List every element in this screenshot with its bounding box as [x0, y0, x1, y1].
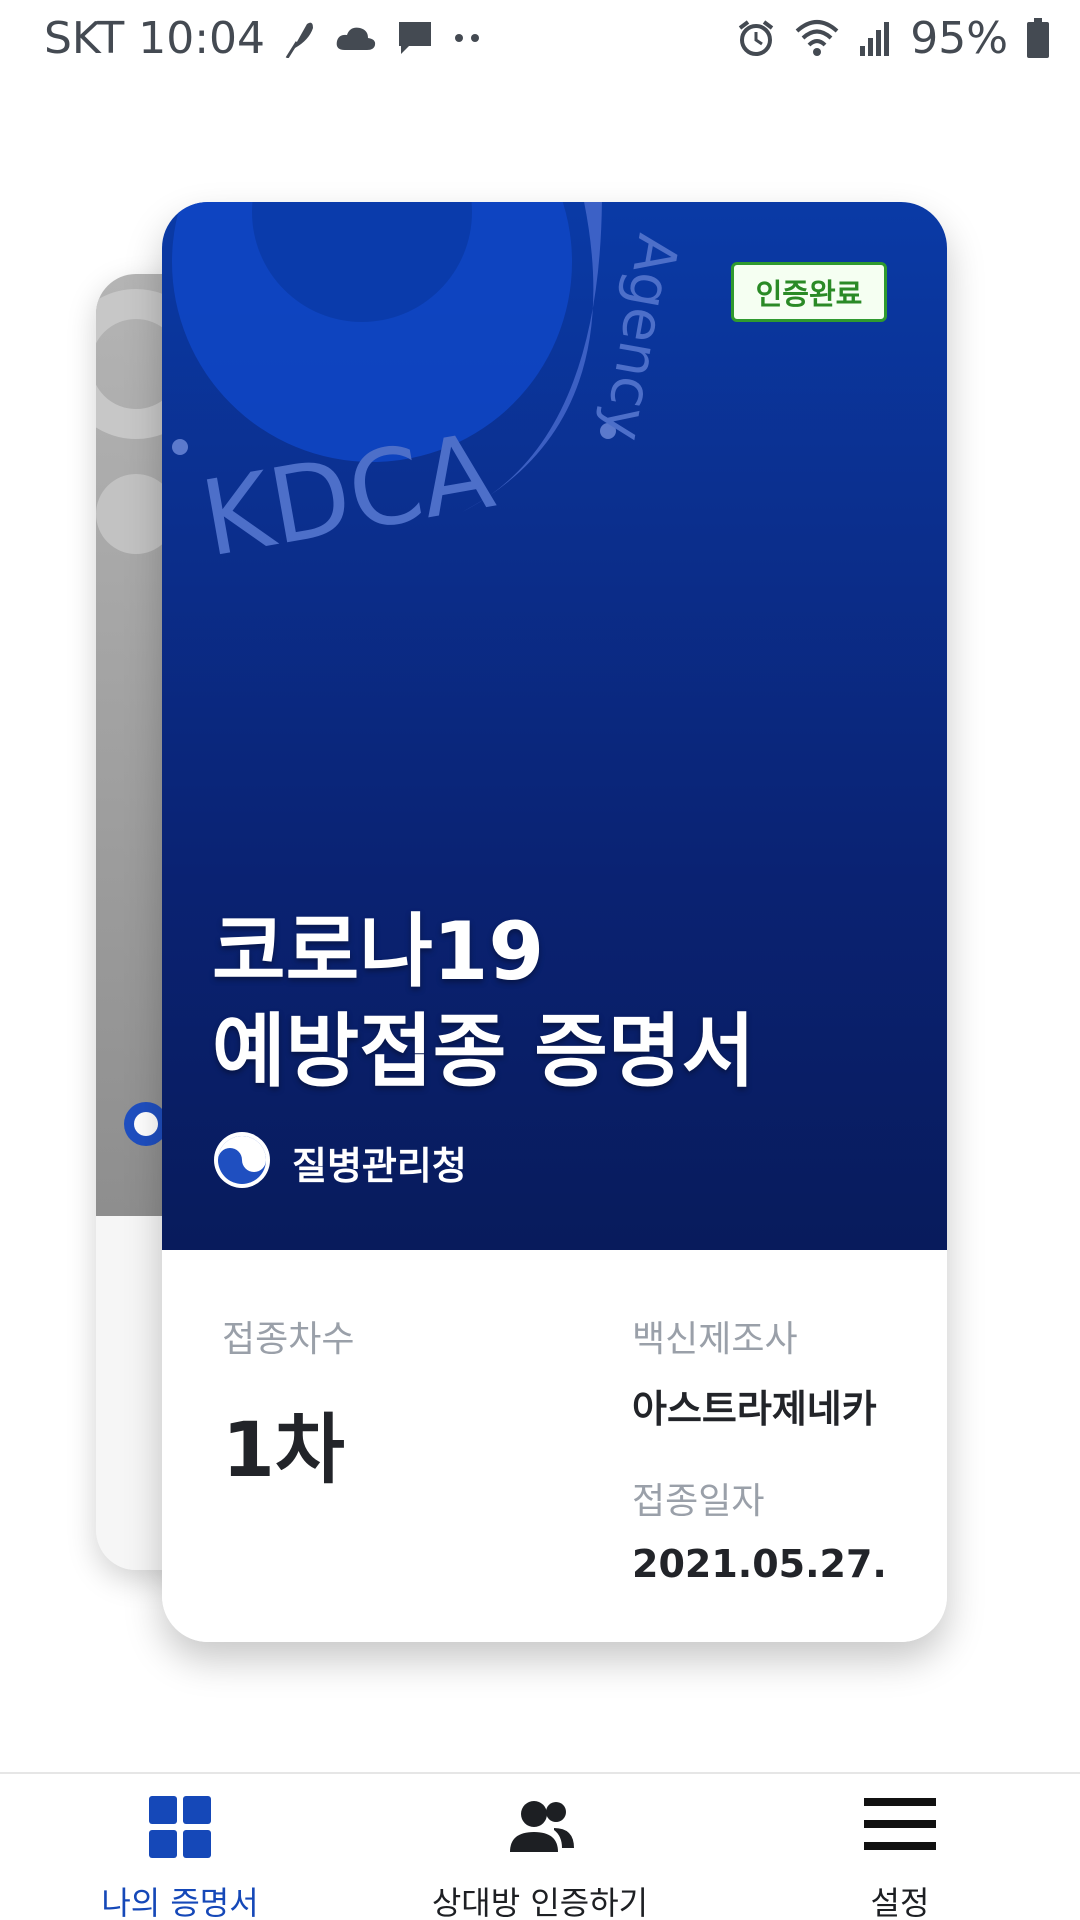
signal-icon — [858, 20, 892, 56]
watermark-agency: Agency — [590, 230, 690, 446]
title-line-2: 예방접종 증명서 — [212, 1005, 756, 1098]
alarm-icon — [736, 18, 776, 58]
dose-label: 접종차수 — [222, 1319, 355, 1360]
title-line-1: 코로나19 — [212, 905, 545, 998]
nav-label-my-certificate: 나의 증명서 — [101, 1884, 259, 1920]
certificate-header: KDCA Agency 인증완료 코로나19 예방접종 증명서 질병관리청 — [162, 202, 947, 1250]
bottom-navigation: 나의 증명서 상대방 인증하기 설정 — [0, 1772, 1080, 1920]
issuer-name: 질병관리청 — [292, 1143, 467, 1188]
verified-badge: 인증완료 — [731, 262, 887, 322]
watermark-kdca: KDCA — [193, 410, 502, 581]
carrier-time: SKT 10:04 — [44, 12, 266, 64]
grid-icon — [147, 1794, 213, 1864]
nav-item-verify-other[interactable]: 상대방 인증하기 — [360, 1774, 720, 1920]
certificate-details: 접종차수 1차 백신제조사 아스트라제네카 접종일자 2021.05.27. — [162, 1250, 947, 1642]
wifi-icon — [794, 19, 840, 57]
battery-percent: 95% — [910, 12, 1008, 64]
more-dots-icon — [453, 32, 483, 44]
date-value: 2021.05.27. — [632, 1542, 887, 1586]
manufacturer-label: 백신제조사 — [632, 1319, 798, 1360]
menu-icon — [864, 1794, 936, 1858]
manufacturer-value: 아스트라제네카 — [632, 1387, 877, 1431]
feather-icon — [283, 18, 317, 58]
cloud-icon — [335, 24, 377, 52]
date-label: 접종일자 — [632, 1481, 765, 1522]
certificate-title: 코로나19 예방접종 증명서 — [212, 902, 912, 1102]
nav-item-my-certificate[interactable]: 나의 증명서 — [0, 1774, 360, 1920]
battery-icon — [1026, 18, 1050, 58]
vaccination-certificate-card[interactable]: KDCA Agency 인증완료 코로나19 예방접종 증명서 질병관리청 접종… — [162, 202, 947, 1642]
status-left: SKT 10:04 — [44, 13, 483, 64]
issuer: 질병관리청 — [212, 1130, 467, 1194]
status-bar: SKT 10:04 95% — [0, 0, 1080, 76]
status-right: 95% — [736, 13, 1050, 64]
nav-label-verify-other: 상대방 인증하기 — [431, 1884, 649, 1920]
screen: SKT 10:04 95% KDCA Agency 인증완료 코로나19 예방접… — [0, 0, 1080, 1920]
people-icon — [504, 1794, 576, 1864]
dose-value: 1차 — [222, 1405, 345, 1494]
message-icon — [395, 18, 435, 58]
taegeuk-logo-icon — [212, 1130, 272, 1194]
nav-label-settings: 설정 — [870, 1884, 930, 1920]
nav-item-settings[interactable]: 설정 — [720, 1774, 1080, 1920]
